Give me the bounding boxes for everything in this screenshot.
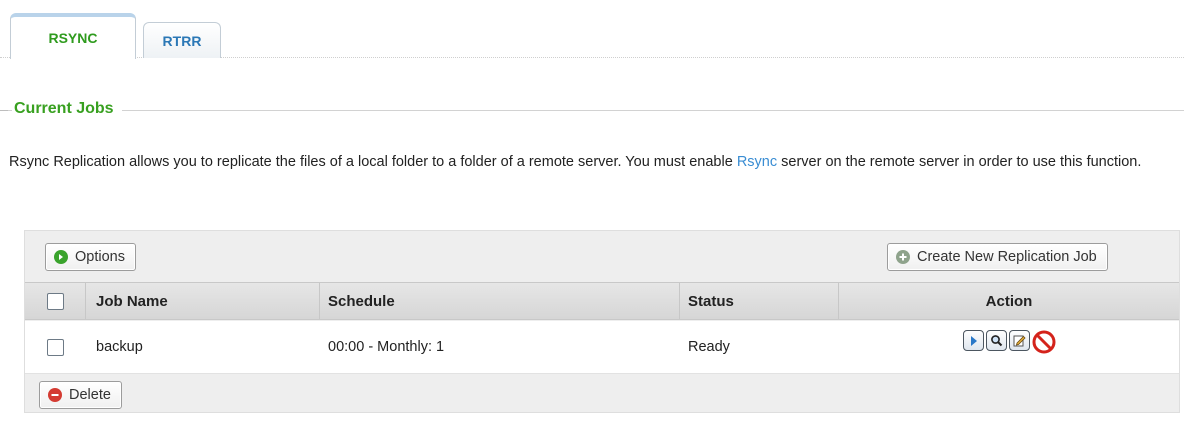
table-header: Job Name Schedule Status Action (25, 282, 1179, 320)
select-all-checkbox[interactable] (46, 292, 64, 310)
header-job-name[interactable]: Job Name (86, 283, 320, 319)
options-button[interactable]: Options (45, 243, 136, 271)
header-select-cell (25, 283, 86, 319)
jobs-panel: Options Create New Replication Job Job N… (24, 230, 1180, 413)
schedule-cell: 00:00 - Monthly: 1 (328, 339, 445, 355)
section-title: Current Jobs (12, 100, 122, 118)
current-jobs-section: Current Jobs (0, 100, 1184, 124)
row-select-cell (25, 321, 86, 373)
action-cell (839, 321, 1179, 373)
edit-icon[interactable] (1008, 330, 1030, 351)
description-text: Rsync Replication allows you to replicat… (9, 148, 1179, 177)
delete-label: Delete (69, 387, 111, 403)
remove-icon (48, 388, 62, 402)
description-before-link: Rsync Replication allows you to replicat… (9, 154, 737, 170)
section-divider-dash (0, 110, 8, 111)
add-icon (896, 250, 910, 264)
header-action: Action (985, 292, 1033, 310)
arrow-right-icon (54, 250, 68, 264)
rsync-link[interactable]: Rsync (737, 154, 777, 170)
tab-rtrr[interactable]: RTRR (143, 22, 221, 58)
table-row: backup 00:00 - Monthly: 1 Ready (25, 321, 1179, 374)
create-job-button[interactable]: Create New Replication Job (887, 243, 1108, 271)
row-checkbox[interactable] (47, 338, 64, 356)
tab-bar: RSYNC RTRR (0, 0, 1184, 60)
options-label: Options (75, 249, 125, 265)
stop-icon[interactable] (1032, 330, 1056, 354)
status-cell: Ready (688, 339, 730, 355)
description-after-link: server on the remote server in order to … (777, 154, 1142, 170)
section-divider (0, 110, 1184, 111)
delete-button[interactable]: Delete (39, 381, 122, 409)
create-job-label: Create New Replication Job (917, 249, 1097, 265)
header-status[interactable]: Status (680, 283, 839, 319)
job-name-cell: backup (96, 339, 143, 355)
tab-rsync[interactable]: RSYNC (10, 13, 136, 59)
start-icon[interactable] (962, 330, 984, 351)
view-icon[interactable] (985, 330, 1007, 351)
header-schedule[interactable]: Schedule (320, 283, 680, 319)
